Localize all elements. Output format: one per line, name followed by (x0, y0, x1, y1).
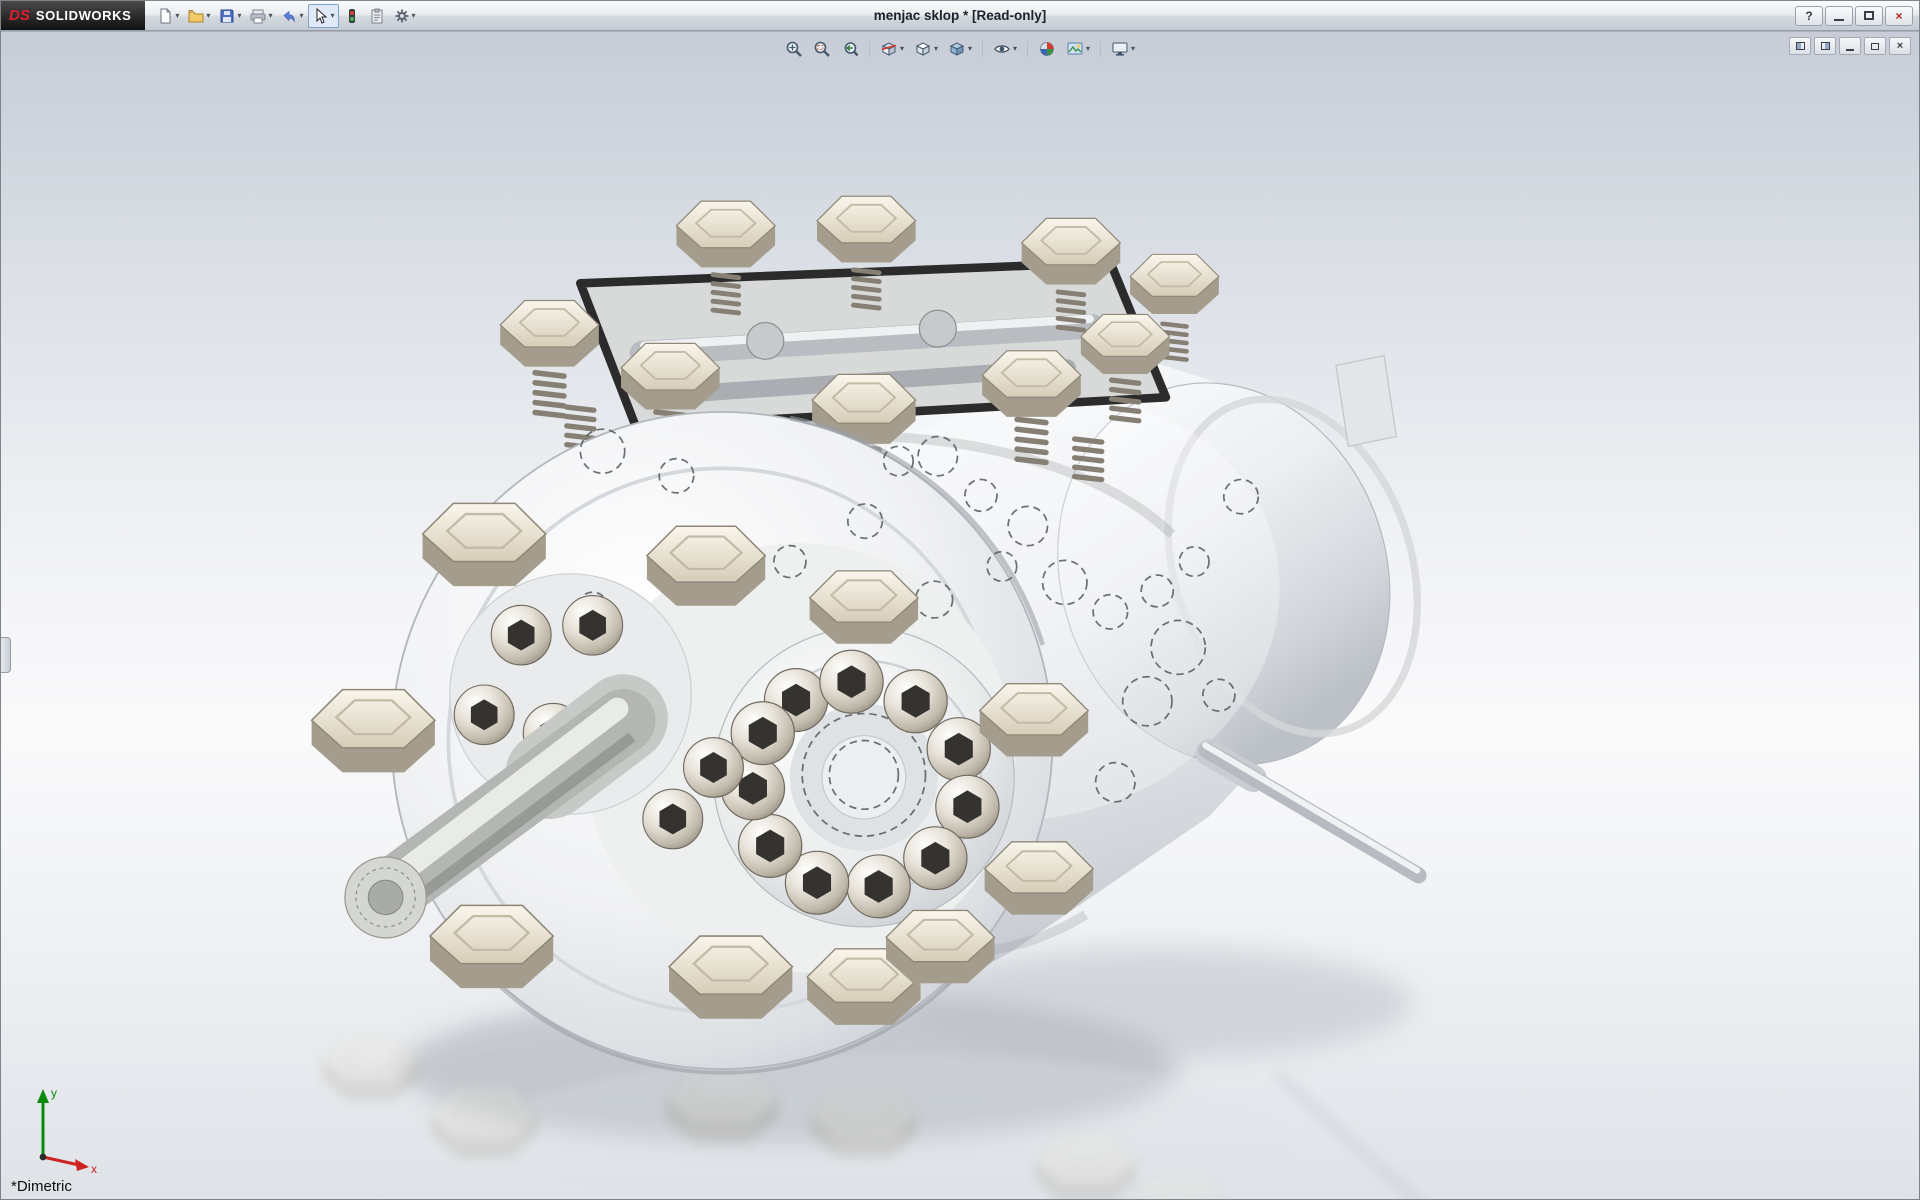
zoom-to-fit-icon (785, 40, 803, 58)
view-orientation-cube-icon (914, 40, 932, 58)
x-axis-label: x (91, 1162, 97, 1173)
section-view-icon (880, 40, 898, 58)
minimize-icon (1834, 19, 1844, 21)
options-gear-icon (394, 8, 410, 24)
hide-show-dropdown-arrow[interactable]: ▾ (1013, 45, 1017, 53)
x-axis-arrow (75, 1159, 89, 1171)
display-style-cube-icon (948, 40, 966, 58)
doc-close-button[interactable]: × (1889, 37, 1911, 55)
minimize-button[interactable] (1825, 6, 1853, 26)
print-icon (250, 8, 266, 24)
output-shaft[interactable] (1205, 745, 1418, 875)
hide-show-items-button[interactable]: ▾ (990, 37, 1020, 61)
solidworks-logo: DS SOLIDWORKS (1, 1, 145, 30)
save-floppy-icon (219, 8, 235, 24)
doc-restore-button[interactable] (1864, 37, 1886, 55)
rebuild-stoplight-icon (344, 8, 360, 24)
y-axis-label: y (51, 1086, 57, 1100)
file-properties-icon (369, 8, 385, 24)
graphics-viewport[interactable]: ▾ ▾ ▾ ▾ ▾ (1, 31, 1919, 1199)
separator (869, 41, 870, 57)
main-toolbar: ▾ ▾ ▾ ▾ ▾ ▾ (153, 4, 419, 28)
previous-view-icon (841, 40, 859, 58)
title-bar: DS SOLIDWORKS ▾ ▾ ▾ ▾ ▾ (1, 1, 1919, 31)
print-button[interactable]: ▾ (246, 4, 276, 28)
toggle-task-pane-button[interactable] (1814, 37, 1836, 55)
rebuild-button[interactable] (340, 4, 364, 28)
solidworks-window: DS SOLIDWORKS ▾ ▾ ▾ ▾ ▾ (0, 0, 1920, 1200)
orientation-triad: y x (25, 1081, 103, 1173)
collapsed-feature-pane-tab[interactable] (1, 637, 11, 673)
options-dropdown-arrow[interactable]: ▾ (412, 12, 416, 20)
new-file-icon (157, 8, 173, 24)
toggle-feature-pane-button[interactable] (1789, 37, 1811, 55)
apply-scene-button[interactable]: ▾ (1063, 37, 1093, 61)
ds-logo-icon: DS (9, 7, 30, 24)
select-cursor-icon (312, 8, 328, 24)
undo-dropdown-arrow[interactable]: ▾ (299, 12, 303, 20)
separator (1027, 41, 1028, 57)
display-style-dropdown-arrow[interactable]: ▾ (968, 45, 972, 53)
doc-minimize-icon (1846, 49, 1854, 51)
close-button[interactable]: × (1885, 6, 1913, 26)
eye-icon (993, 40, 1011, 58)
new-file-dropdown-arrow[interactable]: ▾ (175, 12, 179, 20)
section-view-dropdown-arrow[interactable]: ▾ (900, 45, 904, 53)
gearbox-model[interactable] (1, 32, 1919, 1199)
new-file-button[interactable]: ▾ (153, 4, 183, 28)
separator (982, 41, 983, 57)
window-controls: ? × (1795, 6, 1919, 26)
open-folder-icon (188, 8, 204, 24)
section-view-button[interactable]: ▾ (877, 37, 907, 61)
y-axis-arrow (37, 1089, 49, 1103)
view-settings-button[interactable]: ▾ (1108, 37, 1138, 61)
select-dropdown-arrow[interactable]: ▾ (330, 12, 334, 20)
zoom-to-fit-button[interactable] (782, 37, 806, 61)
save-dropdown-arrow[interactable]: ▾ (237, 12, 241, 20)
print-dropdown-arrow[interactable]: ▾ (268, 12, 272, 20)
doc-minimize-button[interactable] (1839, 37, 1861, 55)
view-settings-icon (1111, 40, 1129, 58)
triad-origin (40, 1154, 47, 1161)
left-pane-icon (1796, 42, 1805, 50)
open-dropdown-arrow[interactable]: ▾ (206, 12, 210, 20)
display-style-button[interactable]: ▾ (945, 37, 975, 61)
zoom-to-area-button[interactable] (810, 37, 834, 61)
maximize-icon (1864, 11, 1874, 20)
brand-text: SOLIDWORKS (36, 8, 132, 23)
right-pane-icon (1821, 42, 1830, 50)
view-orientation-label: *Dimetric (11, 1178, 72, 1195)
apply-scene-dropdown-arrow[interactable]: ▾ (1086, 45, 1090, 53)
undo-button[interactable]: ▾ (277, 4, 307, 28)
select-button[interactable]: ▾ (308, 4, 338, 28)
window-title: menjac sklop * [Read-only] (874, 8, 1047, 23)
edit-appearance-button[interactable] (1035, 37, 1059, 61)
previous-view-button[interactable] (838, 37, 862, 61)
view-orientation-button[interactable]: ▾ (911, 37, 941, 61)
view-orientation-dropdown-arrow[interactable]: ▾ (934, 45, 938, 53)
open-button[interactable]: ▾ (184, 4, 214, 28)
appearance-sphere-icon (1038, 40, 1056, 58)
file-properties-button[interactable] (365, 4, 389, 28)
doc-restore-icon (1871, 43, 1879, 50)
save-button[interactable]: ▾ (215, 4, 245, 28)
apply-scene-icon (1066, 40, 1084, 58)
options-button[interactable]: ▾ (390, 4, 420, 28)
document-window-controls: × (1789, 37, 1911, 55)
undo-arrow-icon (281, 8, 297, 24)
maximize-button[interactable] (1855, 6, 1883, 26)
heads-up-toolbar: ▾ ▾ ▾ ▾ ▾ (776, 35, 1144, 63)
view-settings-dropdown-arrow[interactable]: ▾ (1131, 45, 1135, 53)
help-button[interactable]: ? (1795, 6, 1823, 26)
zoom-to-area-icon (813, 40, 831, 58)
separator (1100, 41, 1101, 57)
